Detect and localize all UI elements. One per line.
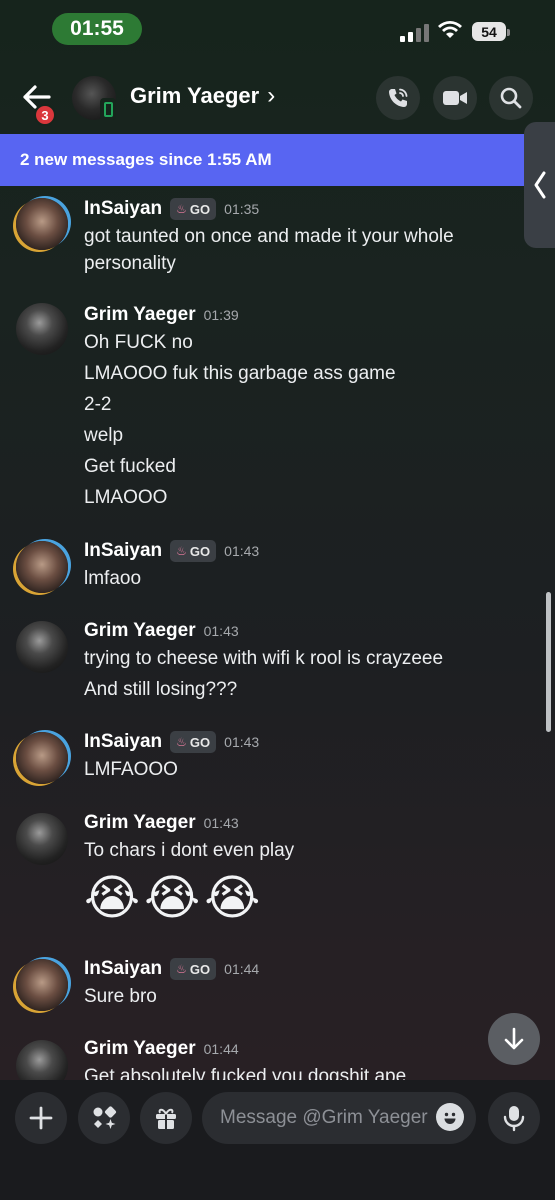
- avatar[interactable]: [16, 198, 68, 250]
- message-text: 2-2: [84, 394, 112, 415]
- message-text: To chars i dont even play: [84, 840, 295, 861]
- timestamp: 01:43: [203, 815, 239, 831]
- avatar[interactable]: [16, 813, 68, 865]
- message-text: LMAOOO: [84, 487, 168, 508]
- message-group[interactable]: Grim Yaeger 01:44 Get absolutely fucked …: [0, 1038, 555, 1080]
- unread-badge: 3: [34, 104, 56, 126]
- search-button[interactable]: [489, 76, 533, 120]
- gift-icon: [156, 1108, 176, 1129]
- scrollbar[interactable]: [546, 592, 551, 732]
- timestamp: 01:43: [203, 623, 239, 639]
- nitro-flame-icon: ♨: [176, 202, 187, 216]
- message-composer: [0, 1080, 555, 1200]
- author-name[interactable]: Grim Yaeger: [84, 812, 196, 834]
- message-text: Get absolutely fucked you dogshit ape: [84, 1066, 407, 1080]
- nitro-badge[interactable]: ♨ GO: [170, 540, 217, 562]
- voice-call-button[interactable]: [376, 76, 420, 120]
- message-text: personality: [84, 253, 176, 274]
- avatar[interactable]: [16, 303, 68, 355]
- channel-title-text: Grim Yaeger: [130, 83, 260, 108]
- nitro-flame-icon: ♨: [176, 735, 187, 749]
- search-icon: [500, 87, 522, 109]
- battery-indicator: 54: [472, 22, 510, 41]
- message-text: Oh FUCK no: [84, 332, 193, 353]
- video-call-button[interactable]: [433, 76, 477, 120]
- message-header: InSaiyan ♨ GO 01:43: [84, 731, 259, 753]
- mobile-online-icon: [100, 98, 116, 120]
- chevron-left-icon: [534, 171, 545, 199]
- message-text: welp: [84, 425, 124, 446]
- message-header: InSaiyan ♨ GO 01:44: [84, 958, 259, 980]
- apps-icon: [93, 1106, 117, 1129]
- nitro-badge[interactable]: ♨ GO: [170, 198, 217, 220]
- side-panel-tab[interactable]: [524, 122, 555, 248]
- message-header: InSaiyan ♨ GO 01:35: [84, 198, 259, 220]
- author-name[interactable]: Grim Yaeger: [84, 304, 196, 326]
- nitro-flame-icon: ♨: [176, 962, 187, 976]
- message-text: trying to cheese with wifi k rool is cra…: [84, 648, 444, 669]
- emoji-row: 😭 😭 😭: [84, 869, 260, 929]
- dm-header: 3 Grim Yaeger ›: [0, 68, 555, 128]
- message-text: And still losing???: [84, 679, 238, 700]
- nitro-badge[interactable]: ♨ GO: [170, 731, 217, 753]
- phone-call-icon: [389, 88, 408, 107]
- nitro-badge[interactable]: ♨ GO: [170, 958, 217, 980]
- message-text: lmfaoo: [84, 568, 142, 589]
- status-time: 01:55: [52, 13, 142, 45]
- wifi-icon: [438, 21, 462, 38]
- timestamp: 01:44: [224, 961, 260, 977]
- gift-button[interactable]: [140, 1092, 192, 1144]
- author-name[interactable]: Grim Yaeger: [84, 620, 196, 642]
- avatar[interactable]: [16, 621, 68, 673]
- timestamp: 01:43: [224, 734, 260, 750]
- avatar[interactable]: [16, 541, 68, 593]
- author-name[interactable]: InSaiyan: [84, 198, 162, 220]
- video-camera-icon: [443, 91, 467, 105]
- message-text: Sure bro: [84, 986, 157, 1007]
- emoji-button[interactable]: [436, 1103, 464, 1131]
- message-text: LMFAOOO: [84, 759, 178, 780]
- attach-button[interactable]: [15, 1092, 67, 1144]
- message-header: Grim Yaeger 01:43: [84, 812, 239, 834]
- plus-icon: [29, 1106, 53, 1130]
- message-header: Grim Yaeger 01:43: [84, 620, 239, 642]
- message-header: Grim Yaeger 01:39: [84, 304, 239, 326]
- message-text: Get fucked: [84, 456, 176, 477]
- timestamp: 01:44: [203, 1041, 239, 1057]
- chevron-right-icon: ›: [267, 82, 276, 109]
- cellular-signal-icon: [400, 24, 429, 42]
- message-header: Grim Yaeger 01:44: [84, 1038, 239, 1060]
- microphone-icon: [503, 1106, 525, 1132]
- author-name[interactable]: Grim Yaeger: [84, 1038, 196, 1060]
- timestamp: 01:39: [203, 307, 239, 323]
- crying-face-emoji: 😭: [144, 872, 201, 925]
- voice-message-button[interactable]: [488, 1092, 540, 1144]
- avatar[interactable]: [16, 1040, 68, 1080]
- timestamp: 01:35: [224, 201, 260, 217]
- avatar[interactable]: [16, 959, 68, 1011]
- message-input[interactable]: [202, 1092, 476, 1144]
- jump-to-present-button[interactable]: [488, 1013, 540, 1065]
- timestamp: 01:43: [224, 543, 260, 559]
- status-bar: 01:55 54: [0, 0, 555, 60]
- message-text: LMAOOO fuk this garbage ass game: [84, 363, 396, 384]
- new-messages-banner[interactable]: 2 new messages since 1:55 AM: [0, 134, 540, 186]
- avatar[interactable]: [16, 732, 68, 784]
- author-name[interactable]: InSaiyan: [84, 540, 162, 562]
- author-name[interactable]: InSaiyan: [84, 731, 162, 753]
- emoji-icon: [444, 1112, 456, 1124]
- arrow-down-icon: [504, 1027, 524, 1050]
- author-name[interactable]: InSaiyan: [84, 958, 162, 980]
- message-header: InSaiyan ♨ GO 01:43: [84, 540, 259, 562]
- nitro-flame-icon: ♨: [176, 544, 187, 558]
- message-text: got taunted on once and made it your who…: [84, 226, 454, 247]
- crying-face-emoji: 😭: [204, 872, 261, 925]
- crying-face-emoji: 😭: [84, 872, 141, 925]
- new-messages-text: 2 new messages since 1:55 AM: [20, 150, 272, 169]
- channel-title[interactable]: Grim Yaeger ›: [130, 82, 275, 110]
- apps-button[interactable]: [78, 1092, 130, 1144]
